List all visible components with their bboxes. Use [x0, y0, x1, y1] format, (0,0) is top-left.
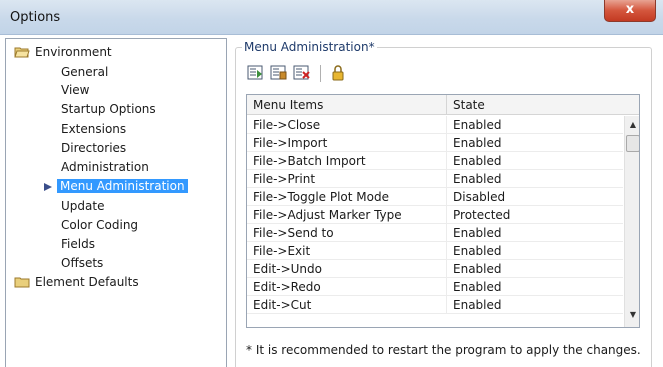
- state-cell[interactable]: Disabled: [447, 188, 505, 206]
- tree-label: Offsets: [61, 256, 104, 270]
- tree-label-selected: Menu Administration: [57, 179, 188, 193]
- window-title: Options: [10, 10, 61, 25]
- tree-item-menu-administration[interactable]: Menu Administration: [57, 177, 188, 195]
- title-bar: Options x: [0, 0, 663, 35]
- tree-item-administration[interactable]: Administration: [61, 158, 149, 176]
- tree-label: Directories: [61, 141, 127, 155]
- table-row[interactable]: File->Close Enabled: [247, 116, 623, 134]
- hide-all-icon[interactable]: [269, 63, 289, 83]
- state-cell[interactable]: Enabled: [447, 152, 502, 170]
- tree-label: Update: [61, 199, 105, 213]
- state-cell[interactable]: Enabled: [447, 116, 502, 134]
- menu-item-cell: File->Toggle Plot Mode: [253, 190, 389, 204]
- menu-item-cell: File->Close: [253, 118, 321, 132]
- table-row[interactable]: File->Print Enabled: [247, 170, 623, 188]
- table-row[interactable]: Edit->Undo Enabled: [247, 260, 623, 278]
- menu-item-cell: Edit->Redo: [253, 280, 321, 294]
- tree-item-fields[interactable]: Fields: [61, 235, 95, 253]
- menu-item-cell: File->Send to: [253, 226, 334, 240]
- table-row[interactable]: File->Toggle Plot Mode Disabled: [247, 188, 623, 206]
- column-header-state[interactable]: State: [447, 95, 623, 115]
- table-row[interactable]: Edit->Redo Enabled: [247, 278, 623, 296]
- tree-item-offsets[interactable]: Offsets: [61, 254, 103, 272]
- table-header: Menu Items State: [247, 95, 639, 115]
- table-row[interactable]: File->Exit Enabled: [247, 242, 623, 260]
- tree-item-extensions[interactable]: Extensions: [61, 120, 126, 138]
- table-row[interactable]: File->Adjust Marker Type Protected: [247, 206, 623, 224]
- tree-item-general[interactable]: General: [61, 63, 108, 81]
- close-button[interactable]: x: [604, 0, 656, 22]
- scroll-down-icon[interactable]: ▼: [625, 308, 639, 322]
- show-all-icon[interactable]: [246, 63, 266, 83]
- selected-arrow-icon: [42, 181, 54, 193]
- tree-label: Extensions: [61, 122, 127, 136]
- table-row[interactable]: File->Batch Import Enabled: [247, 152, 623, 170]
- tree-item-color-coding[interactable]: Color Coding: [61, 216, 138, 234]
- folder-icon: [14, 276, 30, 288]
- tree-item-update[interactable]: Update: [61, 197, 104, 215]
- lock-icon[interactable]: [328, 63, 348, 83]
- tree-label: General: [61, 65, 109, 79]
- menu-items-table: Menu Items State File->Close Enabled File…: [246, 94, 640, 328]
- menu-item-cell: File->Batch Import: [253, 154, 366, 168]
- scroll-up-icon[interactable]: ▲: [625, 118, 639, 132]
- tree-item-directories[interactable]: Directories: [61, 139, 126, 157]
- tree-label: Color Coding: [61, 218, 139, 232]
- menu-item-cell: Edit->Undo: [253, 262, 322, 276]
- state-cell[interactable]: Enabled: [447, 296, 502, 314]
- menu-item-cell: File->Adjust Marker Type: [253, 208, 402, 222]
- folder-open-icon: [14, 46, 30, 58]
- state-cell[interactable]: Protected: [447, 206, 510, 224]
- options-tree: Environment General View Startup Options…: [5, 38, 227, 367]
- restart-note: * It is recommended to restart the progr…: [246, 343, 641, 357]
- state-cell[interactable]: Enabled: [447, 134, 502, 152]
- tree-label: Startup Options: [61, 102, 156, 116]
- table-row[interactable]: File->Send to Enabled: [247, 224, 623, 242]
- state-cell[interactable]: Enabled: [447, 260, 502, 278]
- toolbar-separator: [320, 65, 321, 82]
- settings-panel: Menu Administration* Menu Items State Fi…: [232, 38, 663, 367]
- tree-label: View: [61, 83, 90, 97]
- menu-item-cell: Edit->Cut: [253, 298, 312, 312]
- state-cell[interactable]: Enabled: [447, 278, 502, 296]
- scroll-thumb[interactable]: [626, 135, 639, 152]
- tree-label: Environment: [35, 45, 112, 59]
- tree-item-startup-options[interactable]: Startup Options: [61, 100, 156, 118]
- table-row[interactable]: Edit->Cut Enabled: [247, 296, 623, 314]
- tree-label: Administration: [61, 160, 149, 174]
- state-cell[interactable]: Enabled: [447, 170, 502, 188]
- menu-item-cell: File->Exit: [253, 244, 311, 258]
- group-title: Menu Administration*: [242, 40, 377, 54]
- state-cell[interactable]: Enabled: [447, 242, 502, 260]
- menu-item-cell: File->Import: [253, 136, 328, 150]
- tree-label: Fields: [61, 237, 95, 251]
- tree-label: Element Defaults: [35, 275, 139, 289]
- table-row[interactable]: File->Import Enabled: [247, 134, 623, 152]
- state-cell[interactable]: Enabled: [447, 224, 502, 242]
- reset-icon[interactable]: [292, 63, 312, 83]
- table-scrollbar[interactable]: ▲ ▼: [624, 116, 639, 327]
- menu-item-cell: File->Print: [253, 172, 316, 186]
- column-header-menu-items[interactable]: Menu Items: [247, 95, 446, 115]
- tree-item-view[interactable]: View: [61, 81, 89, 99]
